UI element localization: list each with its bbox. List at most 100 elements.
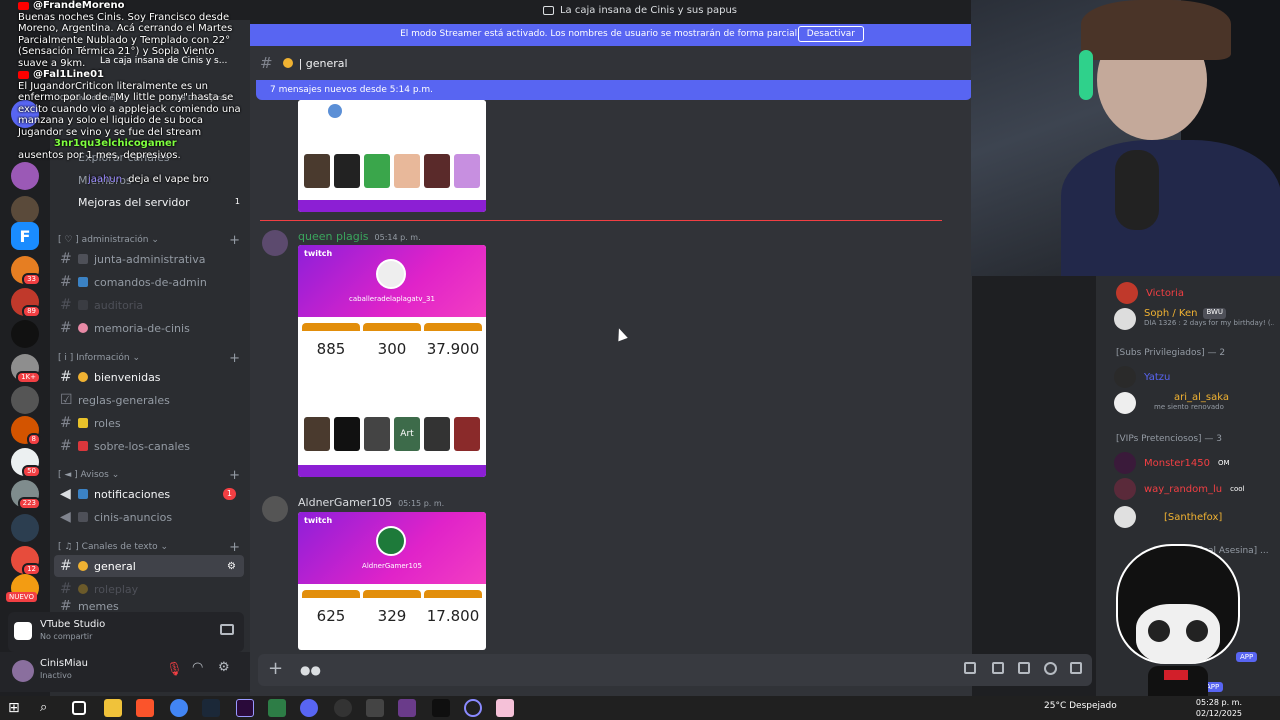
user-status: Inactivo [40, 671, 72, 680]
settings-gear-icon[interactable]: ⚙ [218, 660, 230, 675]
channel-roles[interactable]: # roles [54, 412, 244, 434]
add-channel-icon[interactable]: + [229, 540, 240, 555]
app-icon[interactable] [464, 699, 482, 717]
disable-streamer-button[interactable]: Desactivar [797, 26, 864, 42]
member-item[interactable]: [Santhefox] [1114, 506, 1222, 528]
category-canales-texto[interactable]: [ ♫ ] Canales de texto ⌄ + [58, 540, 248, 555]
server-icon[interactable]: 1K+ [11, 354, 41, 384]
server-icon[interactable] [11, 386, 39, 414]
add-channel-icon[interactable]: + [229, 233, 240, 248]
card-username: AldnerGamer105 [362, 562, 422, 570]
mic-muted-icon[interactable]: 🎙 [166, 662, 183, 677]
server-icon[interactable] [11, 320, 39, 348]
stat-box: 329 [363, 590, 421, 628]
hash-icon: # [60, 600, 72, 612]
server-icon[interactable]: 50 [11, 448, 41, 478]
stream-chat-overlay: @FrandeMoreno Buenas noches Cinis. Soy F… [18, 0, 250, 225]
channel-general[interactable]: # general ⚙ [54, 555, 244, 577]
card-username: caballeradelaplagatv_31 [349, 295, 435, 303]
emoji-icon[interactable] [1044, 662, 1057, 675]
task-view-icon[interactable] [72, 701, 86, 715]
premiere-icon[interactable] [236, 699, 254, 717]
add-channel-icon[interactable]: + [229, 351, 240, 366]
channel-bienvenidas[interactable]: # bienvenidas [54, 366, 244, 388]
channel-emoji-icon [78, 277, 88, 287]
steam-icon[interactable] [202, 699, 220, 717]
category-informacion[interactable]: [ i ] Información ⌄ + [58, 351, 248, 366]
twitch-logo: twitch [304, 516, 333, 525]
hash-icon: # [60, 297, 72, 313]
add-attachment-icon[interactable]: + [268, 658, 283, 679]
app-icon[interactable] [366, 699, 384, 717]
clock[interactable]: 05:28 p. m. 02/12/2025 [1196, 697, 1242, 719]
attachment-image[interactable]: twitch caballeradelaplagatv_31 885 300 3… [298, 245, 486, 477]
obs-icon[interactable] [334, 699, 352, 717]
settings-icon[interactable]: ⚙ [227, 561, 236, 572]
member-item[interactable]: way_random_lu cool [1114, 478, 1244, 500]
category-admin[interactable]: [ ♡ ] administración ⌄ + [58, 233, 248, 248]
search-icon[interactable]: ⌕ [40, 699, 58, 717]
screen-share-icon[interactable] [220, 624, 234, 635]
avatar[interactable] [12, 660, 34, 682]
gif-icon[interactable] [992, 662, 1004, 674]
server-icon[interactable]: 8 [11, 416, 41, 446]
streamer-mode-banner: El modo Streamer está activado. Los nomb… [250, 24, 972, 46]
headphones-icon[interactable]: ◠ [192, 660, 203, 675]
app-icon[interactable] [496, 699, 514, 717]
server-icon[interactable]: 33 [11, 256, 41, 286]
member-tag: BWU [1203, 308, 1227, 319]
channel-roleplay[interactable]: # roleplay [54, 578, 244, 600]
member-name: Monster1450 [1144, 457, 1210, 469]
server-icon[interactable]: 12 [11, 546, 41, 576]
message-composer[interactable]: + ●● [258, 654, 1092, 686]
channel-emoji-icon [78, 512, 88, 522]
new-messages-bar[interactable]: 7 mensajes nuevos desde 5:14 p.m. [256, 80, 972, 100]
avatar[interactable] [262, 230, 288, 256]
server-icon[interactable]: 89 [11, 288, 41, 318]
attachment-image[interactable]: twitch AldnerGamer105 625 329 17.800 [298, 512, 486, 650]
attachment-image[interactable] [298, 100, 486, 212]
user-panel: CinisMiau Inactivo 🎙 ◠ ⚙ [0, 652, 250, 692]
file-explorer-icon[interactable] [104, 699, 122, 717]
server-icon[interactable]: 223 [11, 480, 41, 510]
avatar[interactable] [262, 496, 288, 522]
channel-memes[interactable]: # memes [54, 600, 244, 612]
channel-memoria-de-cinis[interactable]: # memoria-de-cinis [54, 317, 244, 339]
channel-auditoria[interactable]: # auditoria [54, 294, 244, 316]
chrome-icon[interactable] [170, 699, 188, 717]
member-item[interactable]: Monster1450 OM [1114, 452, 1230, 474]
message-author[interactable]: AldnerGamer105 [298, 496, 392, 509]
member-item[interactable]: Yatzu [1114, 366, 1170, 388]
card-footer [298, 465, 486, 477]
sticker-icon[interactable] [1018, 662, 1030, 674]
thumb [364, 154, 390, 188]
discord-icon[interactable] [300, 699, 318, 717]
windows-start-icon[interactable]: ⊞ [8, 699, 26, 717]
channel-comandos-de-admin[interactable]: # comandos-de-admin [54, 271, 244, 293]
category-avisos[interactable]: [ ◄ ] Avisos ⌄ + [58, 468, 248, 483]
card-thumbs [304, 154, 480, 188]
app-icon[interactable] [432, 699, 450, 717]
hash-icon: # [60, 415, 72, 431]
server-icon[interactable] [11, 514, 39, 542]
card-avatar [376, 526, 406, 556]
channel-sobre-los-canales[interactable]: # sobre-los-canales [54, 435, 244, 457]
member-item[interactable]: Soph / Ken BWU DÍA 1326 : 2 days for my bi… [1114, 308, 1274, 330]
brave-icon[interactable] [136, 699, 154, 717]
channel-reglas-generales[interactable]: ☑ reglas-generales [54, 389, 244, 411]
add-channel-icon[interactable]: + [229, 468, 240, 483]
app-icon[interactable] [398, 699, 416, 717]
weather-widget[interactable]: 25°C Despejado [1044, 701, 1117, 711]
message-author[interactable]: queen plagis [298, 230, 369, 243]
channel-cinis-anuncios[interactable]: ◀ cinis-anuncios [54, 506, 244, 528]
thumb [454, 154, 480, 188]
member-item[interactable]: ari_al_saka me siento renovado [1114, 392, 1229, 414]
category-label: [ ♡ ] administración [58, 235, 149, 245]
apps-icon[interactable] [1070, 662, 1082, 674]
gift-icon[interactable] [964, 662, 976, 674]
app-icon[interactable] [268, 699, 286, 717]
channel-junta-administrativa[interactable]: # junta-administrativa [54, 248, 244, 270]
server-icon[interactable]: F [11, 222, 39, 250]
member-item[interactable]: Victoria [1116, 282, 1184, 304]
channel-notificaciones[interactable]: ◀ notificaciones 1 [54, 483, 244, 505]
